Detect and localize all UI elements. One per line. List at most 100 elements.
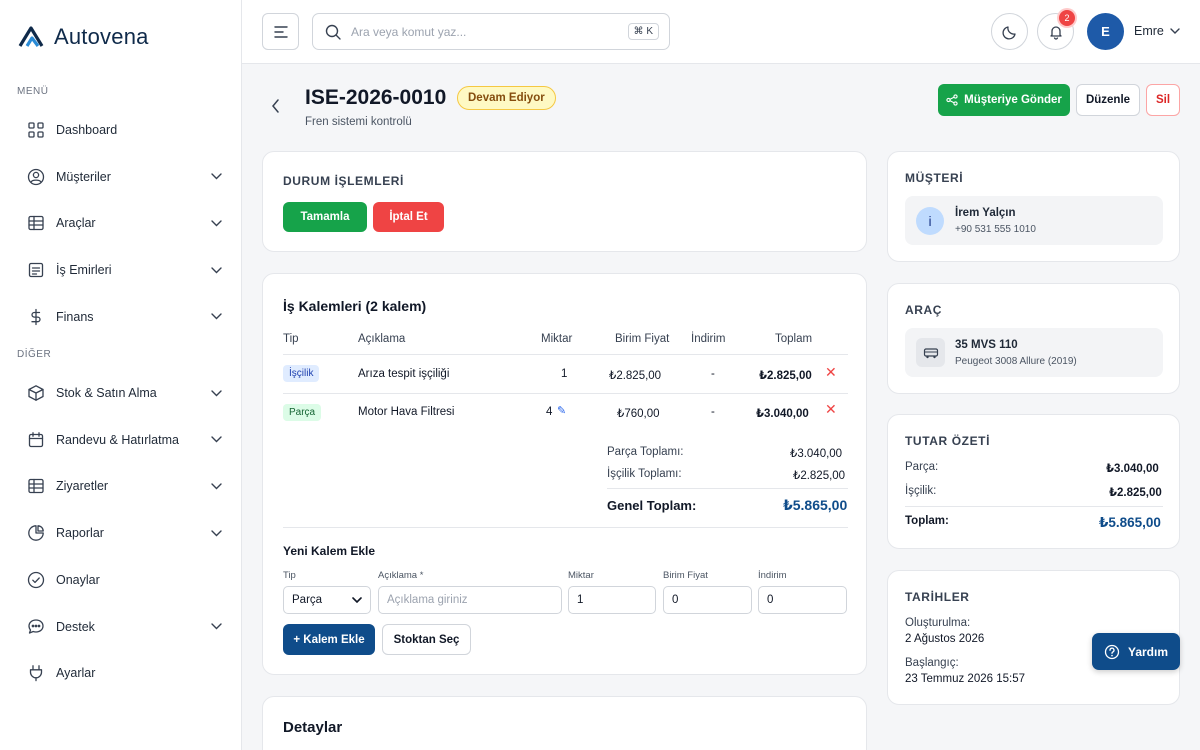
sidebar-item-label: Araçlar xyxy=(56,216,96,231)
search-bar[interactable]: ⌘ K xyxy=(312,13,670,50)
vehicle-icon-box xyxy=(916,338,945,367)
chevron-left-icon xyxy=(272,99,279,113)
dates-title: TARİHLER xyxy=(905,590,970,604)
page-subtitle: Fren sistemi kontrolü xyxy=(305,116,412,128)
amount-summary-title: TUTAR ÖZETİ xyxy=(905,434,991,448)
sidebar-item-randevu-hat-rlatma[interactable]: Randevu & Hatırlatma xyxy=(16,422,226,458)
back-button[interactable] xyxy=(270,98,280,117)
dollar-icon xyxy=(16,308,56,326)
column-discount: İndirim xyxy=(691,333,726,345)
description-input[interactable] xyxy=(378,586,562,614)
cancel-order-button[interactable]: İptal Et xyxy=(373,202,444,232)
chevron-down-icon xyxy=(206,389,226,397)
start-label: Başlangıç: xyxy=(905,657,959,669)
chevron-down-icon xyxy=(206,220,226,227)
table-icon xyxy=(16,214,56,232)
topbar: ⌘ K 2 E Emre xyxy=(242,0,1200,64)
column-type: Tip xyxy=(283,333,299,345)
customer-name: İrem Yalçın xyxy=(955,207,1016,219)
autovena-logo-icon xyxy=(18,26,44,47)
row-total: ₺3.040,00 xyxy=(756,408,809,420)
chevron-down-icon xyxy=(1170,28,1180,34)
search-icon xyxy=(325,24,341,40)
sidebar-item-dashboard[interactable]: Dashboard xyxy=(16,112,226,148)
vehicle-plate: 35 MVS 110 xyxy=(955,339,1018,351)
customer-card: MÜŞTERİ i İrem Yalçın +90 531 555 1010 xyxy=(887,151,1180,262)
remove-row-icon[interactable]: ✕ xyxy=(825,364,837,381)
sidebar-item-i-emirleri[interactable]: İş Emirleri xyxy=(16,252,226,288)
customer-phone: +90 531 555 1010 xyxy=(955,224,1036,235)
row-unit-price: ₺760,00 xyxy=(617,408,660,420)
vehicle-info[interactable]: 35 MVS 110 Peugeot 3008 Allure (2019) xyxy=(905,328,1163,377)
type-select[interactable]: Parça xyxy=(283,586,371,614)
edit-quantity-icon[interactable]: ✎ xyxy=(557,404,566,417)
chat-icon xyxy=(16,618,56,636)
grand-total-value: ₺5.865,00 xyxy=(783,497,848,513)
row-quantity: 4 xyxy=(546,406,553,418)
row-quantity: 1 xyxy=(561,368,568,380)
delete-button[interactable]: Sil xyxy=(1146,84,1180,116)
chevron-down-icon xyxy=(206,623,226,630)
remove-row-icon[interactable]: ✕ xyxy=(825,401,837,418)
sidebar-item-ara-lar[interactable]: Araçlar xyxy=(16,205,226,241)
complete-button[interactable]: Tamamla xyxy=(283,202,367,232)
moon-icon xyxy=(1001,25,1016,40)
sidebar-item-m-teriler[interactable]: Müşteriler xyxy=(16,159,226,195)
quantity-field-label: Miktar xyxy=(568,570,594,581)
user-menu[interactable]: Emre xyxy=(1134,24,1180,38)
share-icon xyxy=(946,94,958,106)
status-actions-title: DURUM İŞLEMLERİ xyxy=(283,174,404,188)
vehicle-model: Peugeot 3008 Allure (2019) xyxy=(955,356,1077,367)
sidebar-item-ayarlar[interactable]: Ayarlar xyxy=(16,655,226,691)
send-to-customer-button[interactable]: Müşteriye Gönder xyxy=(938,84,1070,116)
sidebar-item-raporlar[interactable]: Raporlar xyxy=(16,515,226,551)
add-item-button[interactable]: + Kalem Ekle xyxy=(283,624,375,655)
details-title: Detaylar xyxy=(283,719,343,736)
menu-toggle-button[interactable] xyxy=(262,13,299,50)
box-icon xyxy=(16,384,56,402)
plug-icon xyxy=(16,664,56,682)
sidebar-item-finans[interactable]: Finans xyxy=(16,299,226,335)
labor-total-label: İşçilik Toplamı: xyxy=(607,468,682,480)
column-quantity: Miktar xyxy=(541,333,573,345)
chevron-down-icon xyxy=(206,313,226,320)
add-item-title: Yeni Kalem Ekle xyxy=(283,544,376,558)
type-field-label: Tip xyxy=(283,570,296,581)
description-field-label: Açıklama * xyxy=(378,570,424,581)
avatar[interactable]: E xyxy=(1087,13,1124,50)
sidebar-item-label: Randevu & Hatırlatma xyxy=(56,432,179,447)
parts-total-value: ₺3.040,00 xyxy=(790,448,843,460)
car-icon xyxy=(923,347,938,358)
help-button[interactable]: Yardım xyxy=(1092,633,1180,670)
edit-button[interactable]: Düzenle xyxy=(1076,84,1140,116)
theme-toggle-button[interactable] xyxy=(991,13,1028,50)
sidebar-item-ziyaretler[interactable]: Ziyaretler xyxy=(16,468,226,504)
other-section-label: DİĞER xyxy=(17,349,52,360)
summary-total-value: ₺5.865,00 xyxy=(1099,515,1161,530)
sidebar-item-onaylar[interactable]: Onaylar xyxy=(16,562,226,598)
vehicle-title: ARAÇ xyxy=(905,303,943,317)
sidebar-item-destek[interactable]: Destek xyxy=(16,609,226,645)
quantity-input[interactable] xyxy=(568,586,656,614)
unit-price-input[interactable] xyxy=(663,586,752,614)
sidebar: Autovena MENÜ Dashboard Müşteriler Araçlar… xyxy=(0,0,242,750)
check-circle-icon xyxy=(16,571,56,589)
summary-parts-label: Parça: xyxy=(905,461,939,473)
discount-input[interactable] xyxy=(758,586,847,614)
logo[interactable]: Autovena xyxy=(18,24,149,50)
type-select-value: Parça xyxy=(292,594,323,606)
chevron-down-icon xyxy=(206,483,226,490)
column-description: Açıklama xyxy=(358,333,406,345)
sidebar-item-label: Dashboard xyxy=(56,123,118,137)
sidebar-item-label: Müşteriler xyxy=(56,169,111,184)
table-icon xyxy=(16,477,56,495)
user-icon xyxy=(16,168,56,186)
sidebar-item-label: Ayarlar xyxy=(56,666,96,681)
customer-info[interactable]: i İrem Yalçın +90 531 555 1010 xyxy=(905,196,1163,245)
parts-total-label: Parça Toplamı: xyxy=(607,446,684,458)
notifications-button[interactable]: 2 xyxy=(1037,10,1075,50)
sidebar-item-label: Finans xyxy=(56,309,94,324)
search-input[interactable] xyxy=(351,24,611,39)
select-from-stock-button[interactable]: Stoktan Seç xyxy=(382,624,471,655)
sidebar-item-stok-sat-n-alma[interactable]: Stok & Satın Alma xyxy=(16,375,226,411)
